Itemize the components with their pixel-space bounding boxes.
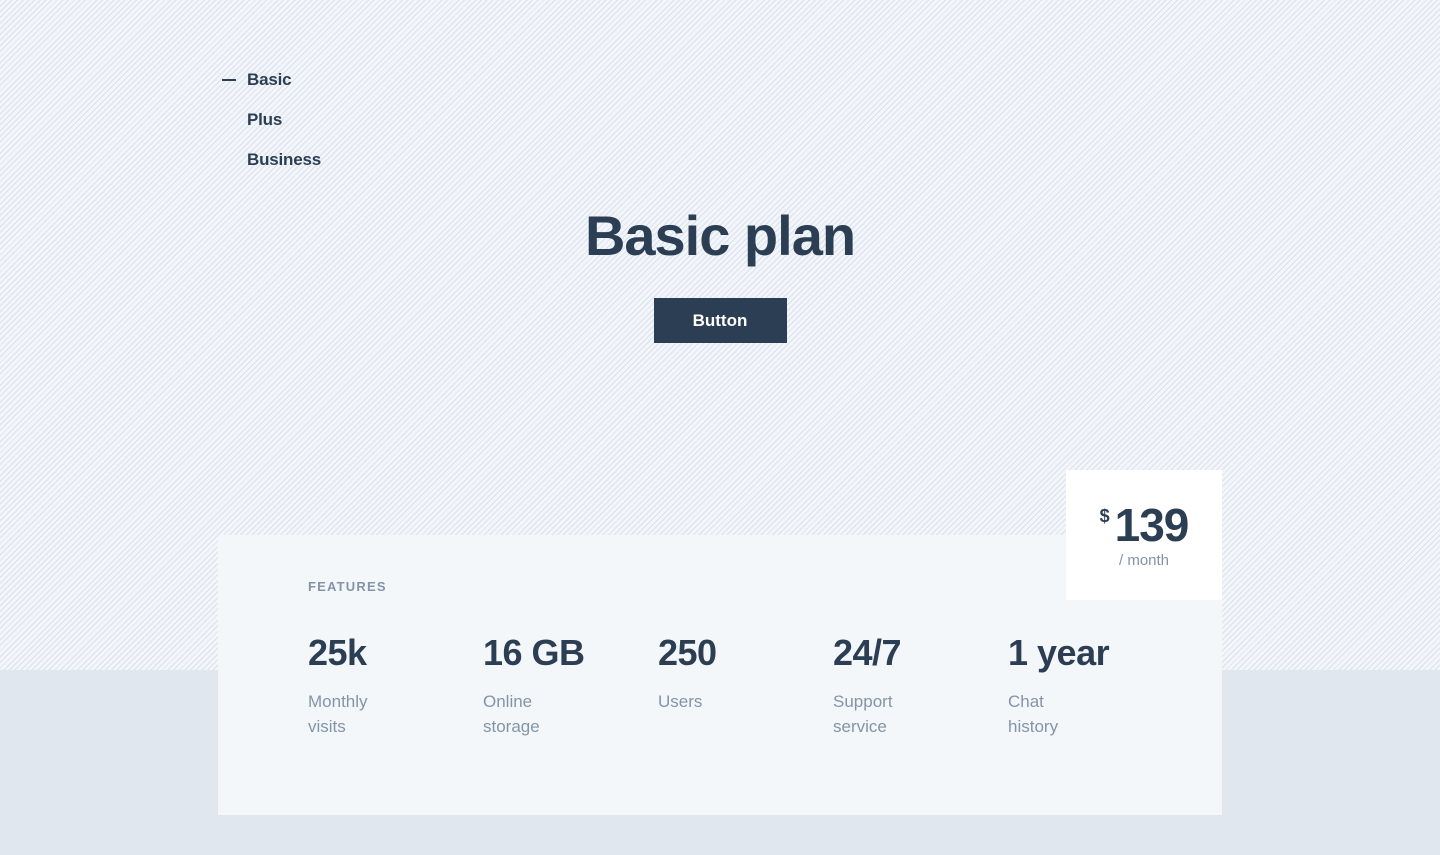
price-row: $ 139 (1066, 502, 1222, 548)
billing-period: / month (1118, 552, 1170, 569)
page-title: Basic plan (584, 204, 856, 267)
stat-label: Monthly visits (308, 692, 368, 736)
stat-value: 25k (308, 632, 367, 673)
hero-section: Basic plan Button (0, 208, 1440, 343)
active-indicator-dash (222, 79, 236, 81)
price-box: $ 139 / month (1066, 470, 1222, 600)
plan-nav-item-plus[interactable]: Plus (222, 100, 321, 140)
stat-label: Online storage (483, 692, 540, 736)
plan-nav-label: Basic (247, 70, 292, 89)
plan-nav-item-business[interactable]: Business (222, 140, 321, 180)
stat-label: Users (658, 692, 703, 711)
plan-nav-item-basic[interactable]: Basic (222, 60, 321, 100)
feature-stats: 25k Monthly visits 16 GB Online storage … (308, 635, 1183, 739)
stat-value: 24/7 (833, 632, 902, 673)
stat-label: Chat history (1008, 692, 1059, 736)
stat-monthly-visits: 25k Monthly visits (308, 635, 483, 739)
stat-label: Support service (833, 692, 893, 736)
stat-online-storage: 16 GB Online storage (483, 635, 658, 739)
stat-value: 1 year (1008, 632, 1110, 673)
plan-nav-label: Business (247, 150, 321, 169)
stat-support-service: 24/7 Support service (833, 635, 1008, 739)
price-amount: 139 (1114, 499, 1190, 551)
plan-nav: Basic Plus Business (222, 60, 321, 180)
stat-value: 250 (658, 632, 717, 673)
features-heading: FEATURES (308, 579, 387, 594)
stat-chat-history: 1 year Chat history (1008, 635, 1183, 739)
stat-users: 250 Users (658, 635, 833, 739)
cta-button[interactable]: Button (653, 298, 787, 343)
plan-nav-label: Plus (247, 110, 283, 129)
currency-symbol: $ (1099, 506, 1110, 526)
stat-value: 16 GB (483, 632, 585, 673)
